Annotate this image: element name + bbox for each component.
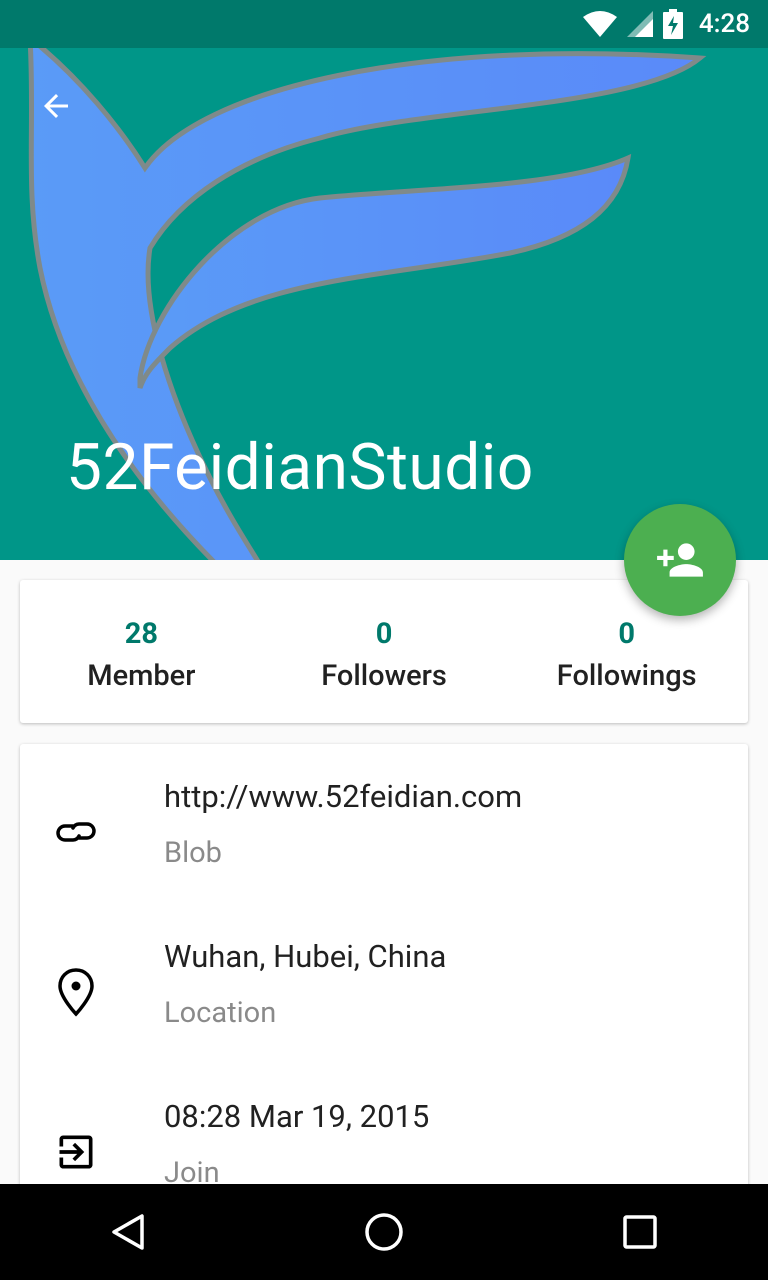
status-bar: 4:28 — [0, 0, 768, 48]
person-add-icon — [657, 543, 703, 577]
stats-card: 28 Member 0 Followers 0 Followings — [20, 580, 748, 723]
stat-followings-value: 0 — [618, 617, 635, 651]
stat-followers[interactable]: 0 Followers — [263, 580, 506, 723]
battery-charging-icon — [662, 9, 683, 39]
nav-back-button[interactable] — [80, 1184, 176, 1280]
arrow-back-icon — [44, 94, 68, 118]
detail-blog-label: Blob — [164, 836, 222, 870]
exit-to-app-icon — [48, 1124, 104, 1180]
location-pin-icon — [48, 964, 104, 1020]
profile-header: 52FeidianStudio — [0, 48, 768, 560]
stat-followings-label: Followings — [556, 659, 697, 692]
back-button[interactable] — [28, 78, 84, 134]
cell-signal-icon — [626, 11, 653, 37]
clock: 4:28 — [698, 9, 750, 39]
stat-members-label: Member — [87, 659, 196, 692]
follow-button[interactable] — [624, 504, 736, 616]
nav-home-button[interactable] — [336, 1184, 432, 1280]
detail-row-blog[interactable]: http://www.52feidian.com Blob — [20, 744, 748, 904]
stat-members-value: 28 — [124, 617, 158, 651]
organization-name: 52FeidianStudio — [66, 430, 534, 505]
system-nav-bar — [0, 1184, 768, 1280]
back-triangle-icon — [112, 1214, 144, 1250]
stat-followers-label: Followers — [321, 659, 447, 692]
detail-join-value: 08:28 Mar 19, 2015 — [164, 1098, 430, 1135]
detail-blog-value: http://www.52feidian.com — [164, 778, 523, 815]
home-circle-icon — [365, 1213, 403, 1251]
stat-members[interactable]: 28 Member — [20, 580, 263, 723]
stat-followers-value: 0 — [375, 617, 393, 651]
detail-location-label: Location — [164, 996, 277, 1030]
recents-square-icon — [623, 1215, 657, 1249]
wifi-icon — [582, 11, 617, 37]
detail-row-location[interactable]: Wuhan, Hubei, China Location — [20, 904, 748, 1064]
nav-recents-button[interactable] — [592, 1184, 688, 1280]
link-icon — [48, 804, 104, 860]
detail-location-value: Wuhan, Hubei, China — [164, 938, 447, 975]
